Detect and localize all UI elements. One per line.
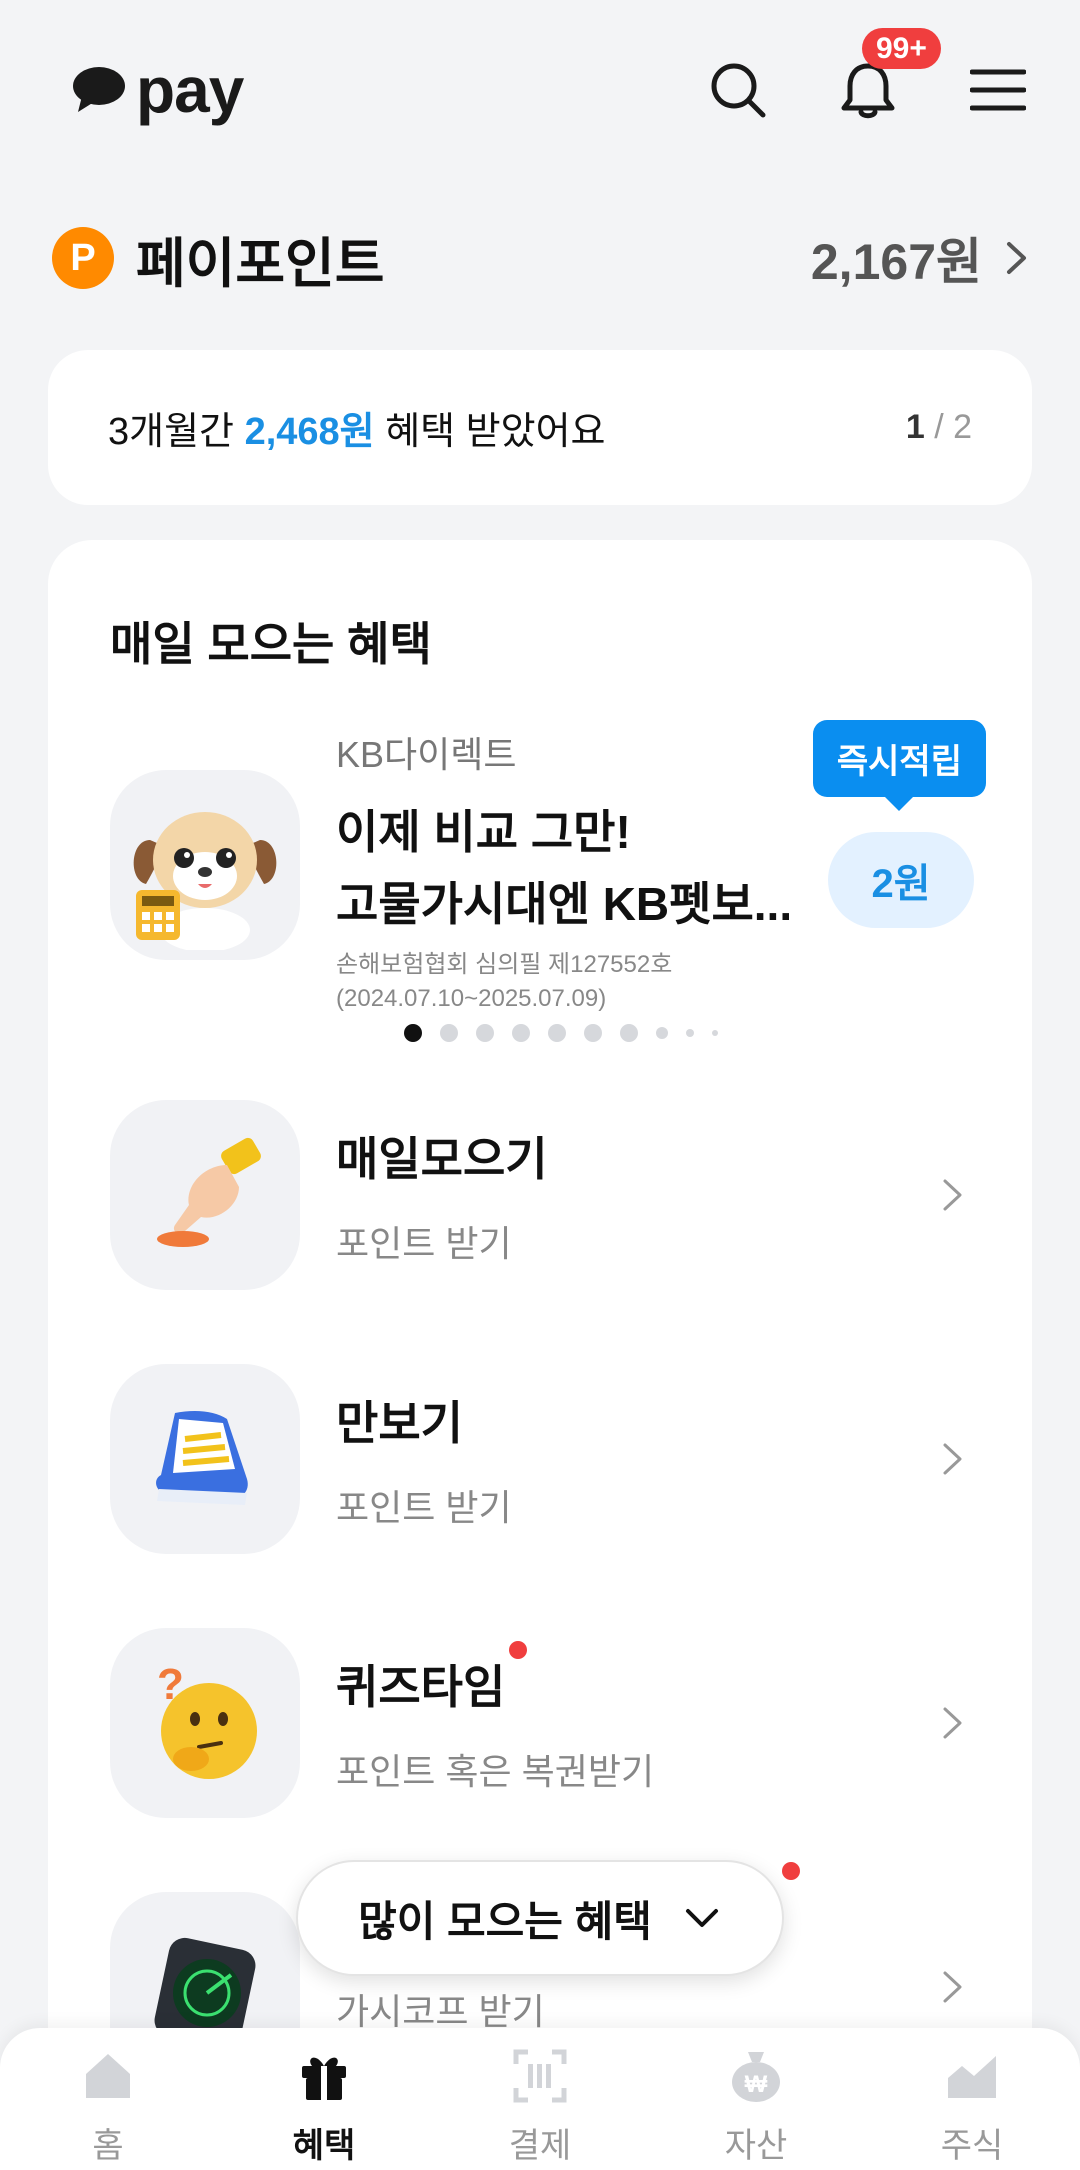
nav-item-stocks[interactable]: 주식: [864, 2028, 1080, 2170]
list-item-quiz-time[interactable]: ? 퀴즈타임 포인트 혹은 복권받기: [110, 1628, 992, 1818]
nav-label: 자산: [724, 2127, 788, 2165]
carousel-dot: [712, 1030, 718, 1036]
item-title: 퀴즈타임: [336, 1641, 528, 1717]
menu-button[interactable]: [966, 58, 1030, 122]
chevron-right-icon: [943, 1707, 962, 1739]
puppy-calculator-icon: [110, 770, 300, 960]
pill-label: 많이 모으는 혜택: [358, 1897, 652, 1945]
chevron-right-icon: [1007, 242, 1026, 274]
pay-point-row[interactable]: P 페이포인트 2,167원: [52, 222, 1036, 294]
pay-point-amount: 2,167원: [810, 234, 982, 290]
nav-item-benefits[interactable]: 혜택: [216, 2028, 432, 2170]
nav-label: 홈: [92, 2127, 124, 2165]
sneaker-icon: [110, 1364, 300, 1554]
item-title: 만보기: [336, 1397, 463, 1449]
svg-text:?: ?: [157, 1660, 184, 1709]
kakaopay-logo[interactable]: pay: [72, 54, 244, 126]
nav-label: 주식: [940, 2127, 1004, 2165]
menu-icon: [970, 69, 1026, 111]
carousel-dot: [440, 1024, 458, 1042]
carousel-dot: [584, 1024, 602, 1042]
list-item-daily-collect[interactable]: 매일모으기 포인트 받기: [110, 1100, 992, 1290]
carousel-dot: [620, 1024, 638, 1042]
carousel-pagination: [404, 1024, 718, 1042]
instant-reward-tag: 즉시적립: [812, 720, 986, 811]
item-subtitle: 포인트 받기: [336, 1487, 512, 1528]
money-bag-icon: ₩: [732, 2052, 780, 2102]
chevron-right-icon: [943, 1443, 962, 1475]
nav-item-home[interactable]: 홈: [0, 2028, 216, 2170]
thinking-face-icon: ?: [110, 1628, 300, 1818]
summary-amount: 2,468원: [244, 411, 375, 453]
more-benefits-dropdown-button[interactable]: 많이 모으는 혜택: [296, 1860, 784, 1976]
ad-title: 이제 비교 그만! 고물가시대엔 KB펫보...: [336, 806, 793, 930]
bell-icon: [841, 63, 895, 119]
benefit-summary-card[interactable]: 3개월간 2,468원 혜택 받았어요 1 / 2: [48, 350, 1032, 505]
section-title: 매일 모으는 혜택: [110, 618, 432, 670]
notification-count-badge: 99+: [862, 28, 941, 69]
gift-icon: [302, 2057, 346, 2100]
summary-text: 3개월간 2,468원 혜택 받았어요: [108, 411, 606, 453]
new-indicator-dot: [509, 1641, 528, 1659]
nav-item-assets[interactable]: ₩ 자산: [648, 2028, 864, 2170]
stock-chart-icon: [948, 2056, 996, 2098]
nav-label: 혜택: [292, 2127, 356, 2165]
carousel-dot: [404, 1024, 422, 1042]
speech-bubble-icon: [73, 67, 125, 112]
ad-advertiser: KB다이렉트: [336, 734, 517, 775]
pointing-finger-icon: [110, 1100, 300, 1290]
list-item-pedometer[interactable]: 만보기 포인트 받기: [110, 1364, 992, 1554]
point-icon: P: [52, 227, 114, 289]
ad-legal-notice: 손해보험협회 심의필 제127552호 (2024.07.10~2025.07.…: [336, 951, 673, 1012]
ad-banner[interactable]: KB다이렉트 이제 비교 그만! 고물가시대엔 KB펫보... 손해보험협회 심…: [110, 720, 992, 1012]
svg-text:₩: ₩: [745, 2071, 768, 2098]
ad-reward-button[interactable]: 2원: [828, 832, 974, 928]
search-button[interactable]: [706, 58, 770, 122]
carousel-dot: [686, 1029, 694, 1037]
carousel-dot: [476, 1024, 494, 1042]
home-icon: [86, 2054, 130, 2098]
chevron-right-icon: [943, 1971, 962, 2003]
chevron-down-icon: [685, 1909, 718, 1927]
chevron-right-icon: [943, 1179, 962, 1211]
search-icon: [711, 63, 766, 118]
carousel-dot: [656, 1027, 668, 1039]
top-header: pay 99+: [0, 0, 1080, 180]
item-title: 매일모으기: [336, 1133, 548, 1185]
summary-pager: 1 / 2: [905, 408, 972, 446]
pay-point-title: 페이포인트: [136, 233, 385, 294]
notification-button[interactable]: 99+: [836, 28, 941, 122]
nav-label: 결제: [508, 2127, 572, 2165]
new-indicator-dot: [782, 1862, 800, 1880]
logo-text: pay: [136, 54, 244, 126]
item-subtitle: 포인트 혹은 복권받기: [336, 1751, 655, 1792]
bottom-navigation: 홈 혜택 결제 ₩ 자산 주식: [0, 2028, 1080, 2170]
nav-item-payment[interactable]: 결제: [432, 2028, 648, 2170]
item-subtitle: 포인트 받기: [336, 1223, 512, 1264]
barcode-scan-icon: [513, 2049, 567, 2103]
carousel-dot: [548, 1024, 566, 1042]
carousel-dot: [512, 1024, 530, 1042]
